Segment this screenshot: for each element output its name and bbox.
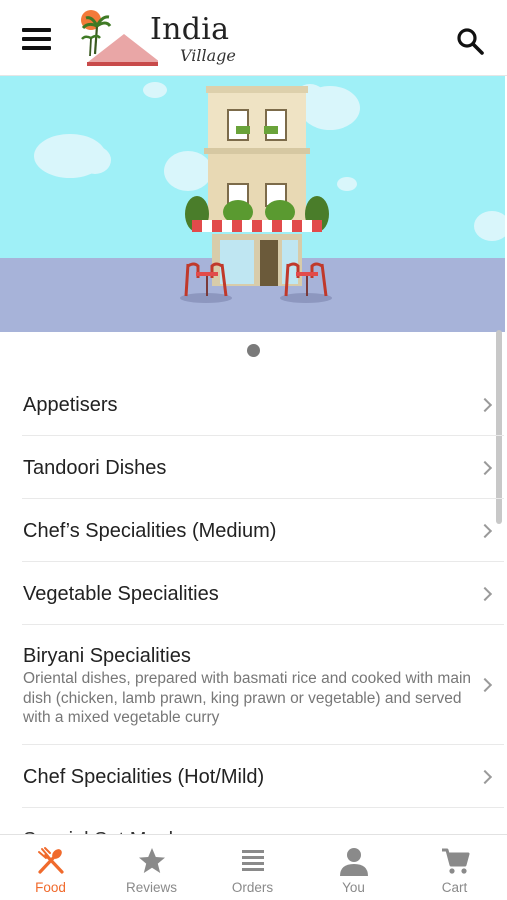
menu-item-label: Tandoori Dishes bbox=[23, 457, 167, 479]
chevron-right-icon bbox=[477, 523, 493, 539]
menu-item-appetisers[interactable]: Appetisers bbox=[22, 373, 504, 436]
menu-item-label: Biryani Specialities bbox=[23, 645, 191, 667]
menu-item-label: Appetisers bbox=[23, 394, 118, 416]
tab-label: Food bbox=[35, 880, 66, 895]
logo-subtitle: Village bbox=[180, 46, 236, 65]
menu-item-tandoori-dishes[interactable]: Tandoori Dishes bbox=[22, 436, 504, 499]
app-screen: India Village Appetisers Tandoori Dishes… bbox=[0, 0, 507, 900]
person-icon bbox=[340, 848, 368, 876]
logo-emblem bbox=[81, 10, 161, 66]
menu-item-description: Oriental dishes, prepared with basmati r… bbox=[23, 670, 472, 726]
tab-you[interactable]: You bbox=[303, 835, 404, 900]
tab-label: Reviews bbox=[125, 880, 177, 895]
bottom-tab-bar: Food Reviews Orders You Cart bbox=[0, 834, 507, 900]
tab-cart[interactable]: Cart bbox=[404, 835, 505, 900]
fork-knife-icon bbox=[38, 847, 64, 874]
menu-item-label: Vegetable Specialities bbox=[23, 583, 219, 605]
chevron-right-icon bbox=[477, 397, 493, 413]
menu-item-chefs-specialities-medium[interactable]: Chef’s Specialities (Medium) bbox=[22, 499, 504, 562]
list-icon bbox=[242, 850, 264, 871]
logo-title: India bbox=[150, 12, 230, 47]
tab-orders[interactable]: Orders bbox=[202, 835, 303, 900]
chevron-right-icon bbox=[477, 460, 493, 476]
hamburger-menu-icon[interactable] bbox=[22, 28, 52, 50]
star-icon bbox=[139, 848, 165, 873]
cart-icon bbox=[442, 848, 470, 874]
tab-label: Orders bbox=[231, 880, 274, 895]
logo[interactable]: India Village bbox=[78, 8, 238, 70]
menu-category-list: Appetisers Tandoori Dishes Chef’s Specia… bbox=[22, 373, 504, 871]
tab-label: You bbox=[342, 880, 365, 895]
menu-item-biryani-specialities[interactable]: Biryani Specialities Oriental dishes, pr… bbox=[22, 625, 504, 745]
tab-reviews[interactable]: Reviews bbox=[101, 835, 202, 900]
menu-item-label: Chef Specialities (Hot/Mild) bbox=[23, 766, 265, 788]
carousel-dot-active[interactable] bbox=[247, 344, 260, 357]
menu-item-chef-specialities-hot-mild[interactable]: Chef Specialities (Hot/Mild) bbox=[22, 745, 504, 808]
tab-label: Cart bbox=[441, 880, 468, 895]
banner-carousel[interactable] bbox=[0, 76, 505, 332]
tab-food[interactable]: Food bbox=[0, 835, 101, 900]
restaurant-building-illustration bbox=[0, 76, 505, 332]
carousel-indicator bbox=[0, 344, 507, 360]
chevron-right-icon bbox=[477, 586, 493, 602]
menu-item-vegetable-specialities[interactable]: Vegetable Specialities bbox=[22, 562, 504, 625]
header: India Village bbox=[0, 0, 507, 76]
search-icon[interactable] bbox=[455, 26, 485, 56]
chevron-right-icon bbox=[477, 769, 493, 785]
menu-item-label: Chef’s Specialities (Medium) bbox=[23, 520, 277, 542]
